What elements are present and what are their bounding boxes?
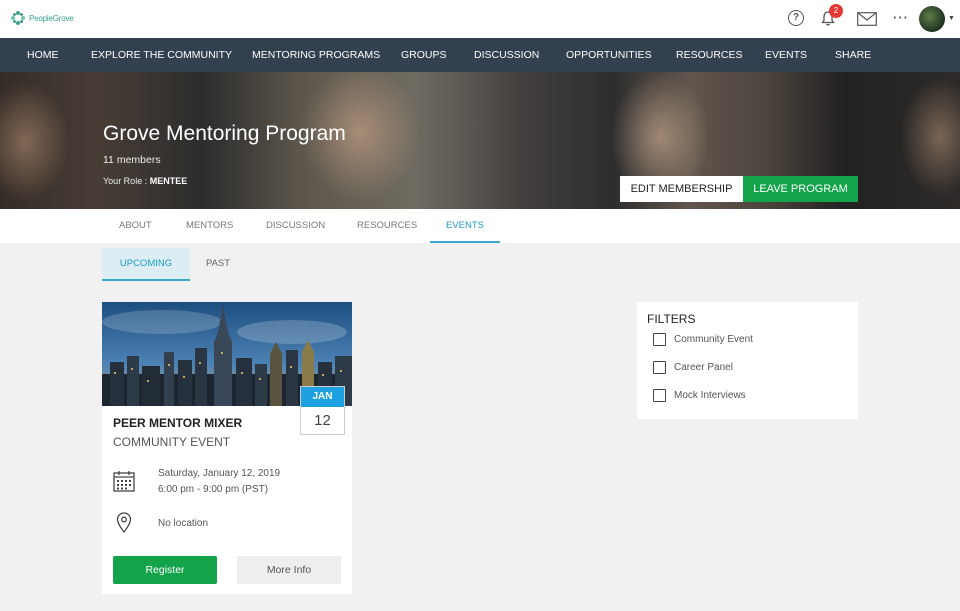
- filter-career-panel[interactable]: Career Panel: [653, 361, 733, 374]
- user-avatar[interactable]: [919, 6, 945, 32]
- checkbox[interactable]: [653, 389, 666, 402]
- event-day: 12: [314, 412, 331, 429]
- event-title[interactable]: PEER MENTOR MIXER: [113, 416, 242, 430]
- event-card[interactable]: JAN 12 PEER MENTOR MIXER COMMUNITY EVENT…: [102, 302, 352, 594]
- filter-label: Career Panel: [674, 362, 733, 373]
- main-navigation: HOME EXPLORE THE COMMUNITY MENTORING PRO…: [0, 38, 960, 72]
- logo-text: PeopleGrove: [29, 13, 74, 23]
- notification-badge: 2: [829, 4, 843, 18]
- tab-about[interactable]: ABOUT: [119, 209, 152, 243]
- checkbox[interactable]: [653, 333, 666, 346]
- logo-icon: [11, 11, 25, 25]
- nav-opportunities[interactable]: OPPORTUNITIES: [566, 38, 652, 72]
- nav-events[interactable]: EVENTS: [765, 38, 807, 72]
- nav-explore-community[interactable]: EXPLORE THE COMMUNITY: [91, 38, 232, 72]
- event-month: JAN: [301, 387, 344, 407]
- hero-photo-person-1: [0, 82, 70, 202]
- help-icon[interactable]: ?: [788, 10, 804, 26]
- more-menu-icon[interactable]: ···: [893, 10, 909, 25]
- top-bar: PeopleGrove ? 2 ··· ▼: [0, 0, 960, 38]
- program-hero-banner: Grove Mentoring Program 11 members Your …: [0, 72, 960, 209]
- event-date-badge: JAN 12: [300, 386, 345, 435]
- chevron-down-icon[interactable]: ▼: [948, 15, 955, 22]
- tab-resources[interactable]: RESOURCES: [357, 209, 417, 243]
- edit-membership-button[interactable]: EDIT MEMBERSHIP: [620, 176, 743, 202]
- register-button[interactable]: Register: [113, 556, 217, 584]
- filters-panel: FILTERS Community Event Career Panel Moc…: [637, 302, 858, 419]
- nav-resources[interactable]: RESOURCES: [676, 38, 743, 72]
- tab-events[interactable]: EVENTS: [430, 209, 500, 243]
- program-title: Grove Mentoring Program: [103, 122, 346, 145]
- tab-upcoming[interactable]: UPCOMING: [102, 248, 190, 281]
- filter-label: Mock Interviews: [674, 390, 746, 401]
- event-location: No location: [158, 518, 209, 529]
- nav-home[interactable]: HOME: [27, 38, 59, 72]
- more-info-button[interactable]: More Info: [237, 556, 341, 584]
- filter-label: Community Event: [674, 334, 753, 345]
- role-value: MENTEE: [149, 176, 188, 186]
- nav-share[interactable]: SHARE: [835, 38, 871, 72]
- nav-mentoring-programs[interactable]: MENTORING PROGRAMS: [252, 38, 380, 72]
- location-pin-icon: [116, 512, 132, 534]
- event-time: 6:00 pm - 9:00 pm (PST): [158, 484, 269, 495]
- tab-mentors[interactable]: MENTORS: [186, 209, 233, 243]
- event-date: Saturday, January 12, 2019: [158, 468, 281, 479]
- peoplegrove-logo[interactable]: PeopleGrove: [10, 10, 74, 26]
- nav-discussion[interactable]: DISCUSSION: [474, 38, 539, 72]
- filters-title: FILTERS: [647, 312, 696, 326]
- calendar-icon: [113, 471, 135, 492]
- role-label: Your Role :: [103, 176, 148, 186]
- member-count[interactable]: 11 members: [103, 154, 161, 166]
- tab-past[interactable]: PAST: [196, 248, 240, 281]
- mail-icon[interactable]: [857, 12, 877, 26]
- leave-program-button[interactable]: LEAVE PROGRAM: [743, 176, 858, 202]
- user-role: Your Role : MENTEE: [103, 176, 187, 186]
- event-type: COMMUNITY EVENT: [113, 435, 231, 449]
- filter-community-event[interactable]: Community Event: [653, 333, 753, 346]
- nav-groups[interactable]: GROUPS: [401, 38, 447, 72]
- program-tabs: ABOUT MENTORS DISCUSSION RESOURCES EVENT…: [0, 209, 960, 243]
- hero-photo-person-4: [900, 77, 960, 197]
- checkbox[interactable]: [653, 361, 666, 374]
- tab-discussion[interactable]: DISCUSSION: [266, 209, 325, 243]
- filter-mock-interviews[interactable]: Mock Interviews: [653, 389, 746, 402]
